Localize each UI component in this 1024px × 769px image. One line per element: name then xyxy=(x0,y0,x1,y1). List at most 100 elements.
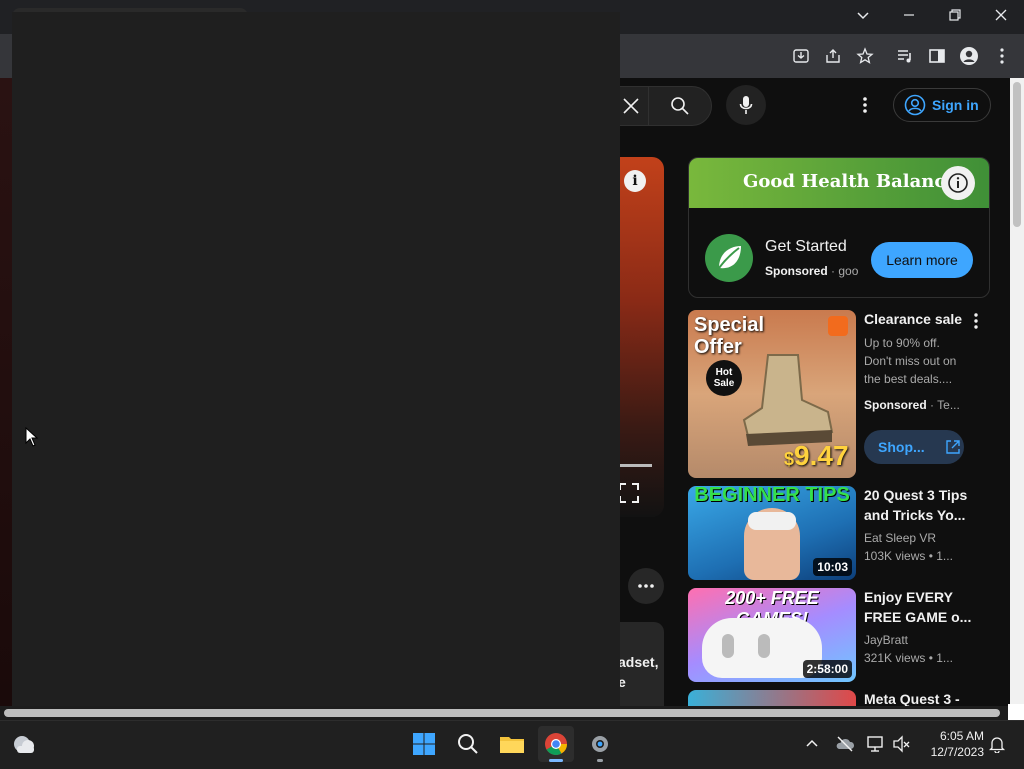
horizontal-scroll-thumb[interactable] xyxy=(4,709,1000,717)
sponsored-description: Up to 90% off. Don't miss out on the bes… xyxy=(864,334,974,388)
video-age: 1... xyxy=(936,651,953,665)
description-text-line2: e xyxy=(618,674,626,690)
shop-button[interactable]: Shop... xyxy=(864,430,964,464)
fullscreen-icon[interactable] xyxy=(618,482,640,504)
sponsored-desc-line3: the best deals.... xyxy=(864,372,953,386)
ad-logo-icon xyxy=(705,234,753,282)
sponsored-label: Sponsored xyxy=(864,398,927,412)
video-meta: Eat Sleep VR 103K views • 1... xyxy=(864,529,974,565)
sponsored-thumbnail[interactable]: Special Offer Hot Sale $9.47 xyxy=(688,310,856,478)
bookmark-star-icon[interactable] xyxy=(851,42,879,70)
microphone-icon xyxy=(739,96,753,114)
thumb-text-special: Special xyxy=(694,314,765,336)
video-duration: 10:03 xyxy=(813,558,852,576)
video-title-line2: and Tricks Yo... xyxy=(864,507,966,523)
sponsored-label: Sponsored xyxy=(765,264,828,278)
boot-image xyxy=(742,354,834,446)
shop-label: Shop... xyxy=(878,439,925,455)
price-dollar: $ xyxy=(784,449,795,469)
more-vert-icon xyxy=(863,97,867,113)
file-explorer-icon[interactable] xyxy=(494,726,530,762)
video-channel[interactable]: Eat Sleep VR xyxy=(864,529,974,547)
notification-bell-icon[interactable] xyxy=(988,735,1006,753)
chrome-icon[interactable] xyxy=(538,726,574,762)
running-app-indicator xyxy=(597,759,603,762)
tab-search-chevron-icon[interactable] xyxy=(840,0,886,30)
profile-icon[interactable] xyxy=(955,42,983,70)
more-horiz-icon xyxy=(638,584,654,588)
price-value: 9.47 xyxy=(794,440,849,471)
restore-icon[interactable] xyxy=(932,0,978,30)
close-icon xyxy=(623,98,639,114)
thumb-headset xyxy=(748,512,796,530)
thumb-text: BEGINNER TIPS xyxy=(694,486,850,506)
more-actions-button[interactable] xyxy=(628,568,664,604)
video-channel[interactable]: JayBratt xyxy=(864,631,974,649)
sponsored-desc-line1: Up to 90% off. xyxy=(864,336,940,350)
settings-gear-icon[interactable] xyxy=(582,726,618,762)
sponsored-source: Te... xyxy=(937,398,960,412)
more-vert-icon[interactable] xyxy=(988,42,1016,70)
voice-search-button[interactable] xyxy=(726,85,766,125)
video-thumbnail[interactable] xyxy=(688,690,856,706)
share-icon[interactable] xyxy=(819,42,847,70)
side-panel-icon[interactable] xyxy=(923,42,951,70)
sponsored-source: goo xyxy=(838,264,859,278)
video-thumbnail[interactable]: 200+ FREE GAMES! 2:58:00 xyxy=(688,588,856,682)
media-control-icon[interactable] xyxy=(891,42,919,70)
overlay-window[interactable] xyxy=(12,12,620,706)
mouse-cursor-icon xyxy=(25,427,39,447)
video-title[interactable]: 20 Quest 3 Tips and Tricks Yo... xyxy=(864,485,974,525)
video-meta: JayBratt 321K views • 1... xyxy=(864,631,974,667)
video-title-line2: FREE GAME o... xyxy=(864,609,972,625)
video-title[interactable]: Meta Quest 3 - xyxy=(864,689,974,706)
info-icon[interactable]: i xyxy=(624,170,646,192)
settings-more-button[interactable] xyxy=(856,92,874,118)
chevron-up-icon[interactable] xyxy=(804,736,820,752)
download-icon[interactable] xyxy=(787,42,815,70)
active-app-indicator xyxy=(549,759,563,762)
shop-logo-icon xyxy=(828,316,848,336)
sponsored-desc-line2: Don't miss out on xyxy=(864,354,957,368)
volume-muted-icon[interactable] xyxy=(892,734,912,754)
description-text-line1: adset, xyxy=(618,654,659,670)
sponsored-meta: Sponsored · Te... xyxy=(864,398,960,412)
sponsored-title[interactable]: Clearance sale xyxy=(864,309,962,329)
info-icon xyxy=(948,173,968,193)
account-circle-icon xyxy=(904,94,926,116)
search-icon[interactable] xyxy=(450,726,486,762)
video-title-line1: 20 Quest 3 Tips xyxy=(864,487,968,503)
video-views: 321K views xyxy=(864,651,926,665)
minimize-icon[interactable] xyxy=(886,0,932,30)
video-age: 1... xyxy=(936,549,953,563)
thumb-sensor xyxy=(758,634,770,658)
video-title-line1: Enjoy EVERY xyxy=(864,589,953,605)
search-icon xyxy=(671,97,689,115)
ad-info-button[interactable] xyxy=(941,166,975,200)
vertical-scroll-thumb[interactable] xyxy=(1013,82,1021,227)
video-title[interactable]: Enjoy EVERY FREE GAME o... xyxy=(864,587,974,627)
video-duration: 2:58:00 xyxy=(802,660,852,678)
price-tag: $9.47 xyxy=(784,440,849,472)
ad-brand-title: Good Health Balance xyxy=(743,171,957,192)
sign-in-button[interactable]: Sign in xyxy=(893,88,991,122)
clock-date: 12/7/2023 xyxy=(930,745,984,759)
onedrive-offline-icon[interactable] xyxy=(835,734,855,754)
video-views: 103K views xyxy=(864,549,926,563)
search-button[interactable] xyxy=(648,86,712,126)
sponsored-more-icon[interactable] xyxy=(968,312,984,334)
weather-icon[interactable] xyxy=(6,726,42,762)
thumb-sensor xyxy=(722,634,734,658)
start-icon[interactable] xyxy=(406,726,442,762)
learn-more-button[interactable]: Learn more xyxy=(871,242,973,278)
ad-banner-header: Good Health Balance xyxy=(689,158,989,208)
ad-sponsored-line: Sponsored · goo xyxy=(765,264,859,278)
clock[interactable]: 6:05 AM 12/7/2023 xyxy=(920,728,984,760)
video-thumbnail[interactable]: BEGINNER TIPS 10:03 xyxy=(688,486,856,580)
ad-banner-card[interactable]: Good Health Balance Get Started Sponsore… xyxy=(688,157,990,298)
clock-time: 6:05 AM xyxy=(939,729,984,743)
network-icon[interactable] xyxy=(866,734,886,754)
close-window-icon[interactable] xyxy=(978,0,1024,30)
ad-cta-title: Get Started xyxy=(765,238,847,255)
external-link-icon xyxy=(945,440,960,454)
